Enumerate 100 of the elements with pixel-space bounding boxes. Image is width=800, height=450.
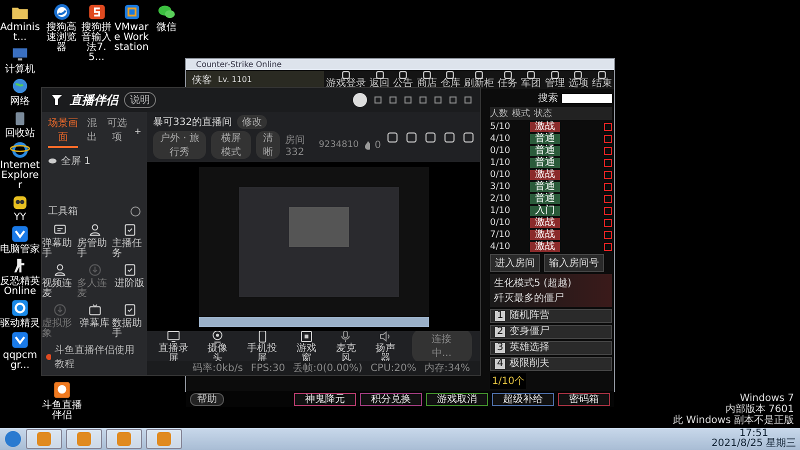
option-button[interactable]: 1 随机阵营	[490, 309, 612, 323]
nav-button[interactable]: 刷新柜	[464, 70, 494, 88]
room-row[interactable]: 1/10 普通	[490, 158, 612, 168]
icon-label[interactable]: 微信	[149, 23, 184, 33]
taskbar-button[interactable]	[106, 429, 142, 449]
icon-label[interactable]: 电脑管家	[0, 245, 40, 255]
icon-label[interactable]: Internet Explorer	[0, 161, 40, 191]
icon-label[interactable]: VMware Workstation	[114, 23, 149, 53]
tool-item[interactable]: 房管助手	[77, 222, 112, 259]
start-button[interactable]	[4, 430, 22, 448]
room-count: 0/10	[490, 170, 512, 180]
clock[interactable]: 17:51 2021/8/25 星期三	[712, 429, 796, 449]
flame-icon	[364, 140, 370, 150]
status-text: 丢帧:0(0.00%)	[293, 362, 362, 375]
taskbar-button[interactable]	[66, 429, 102, 449]
icon-label[interactable]: 驱动精灵	[0, 319, 40, 329]
room-row[interactable]: 0/10 激战	[490, 218, 612, 228]
add-button[interactable]: +	[134, 126, 141, 138]
icon-label[interactable]: 计算机	[0, 65, 40, 75]
taskbar-button[interactable]	[146, 429, 182, 449]
more-icon[interactable]	[130, 206, 141, 216]
nav-button[interactable]: 任务	[498, 70, 518, 88]
download-icon	[86, 262, 102, 278]
nav-button[interactable]: 游戏登录	[326, 70, 366, 88]
avatar-icon[interactable]	[353, 93, 367, 107]
room-button[interactable]: 进入房间	[490, 254, 540, 272]
room-mode: 普通	[530, 194, 560, 204]
room-row[interactable]: 3/10 普通	[490, 182, 612, 192]
icon-label[interactable]: qqpcmgr...	[0, 351, 40, 371]
nav-button[interactable]: 仓库	[440, 70, 460, 88]
taskbar-button[interactable]	[26, 429, 62, 449]
menu-button[interactable]: 游戏取消	[426, 392, 488, 406]
room-row[interactable]: 0/10 普通	[490, 146, 612, 156]
room-button[interactable]: 输入房间号	[544, 254, 604, 272]
nav-button[interactable]: 管理	[544, 70, 565, 88]
room-row[interactable]: 2/10 普通	[490, 194, 612, 204]
option-button[interactable]: 4 极限削夫	[490, 357, 612, 371]
player-name: 侠客	[192, 74, 212, 86]
e-letter-icon[interactable]	[10, 140, 30, 160]
icon-label[interactable]: 搜狗拼音输入法7.5...	[79, 23, 114, 63]
sidebar-tab[interactable]: 场景画面	[48, 116, 78, 148]
s-badge-icon[interactable]	[86, 2, 106, 22]
user-id: 9234810	[318, 140, 359, 150]
edit-button[interactable]: 修改	[237, 115, 268, 129]
search-field[interactable]	[562, 94, 612, 102]
tool-item[interactable]: 进阶版	[112, 262, 147, 299]
sidebar-tab[interactable]: 混出	[84, 116, 100, 148]
menu-button[interactable]: 密码箱	[558, 392, 610, 406]
nav-button[interactable]: 商店	[416, 70, 437, 88]
icon-label[interactable]: YY	[0, 213, 40, 223]
room-row[interactable]: 5/10 激战	[490, 122, 612, 132]
browser-icon[interactable]	[52, 2, 72, 22]
shield-icon[interactable]	[10, 330, 30, 350]
room-count: 1/10	[490, 206, 512, 216]
menu-button[interactable]: 积分兑换	[360, 392, 422, 406]
icon-label[interactable]: 网络	[0, 97, 40, 107]
tool-item[interactable]: 主播任务	[112, 222, 147, 259]
nav-button[interactable]: 结束	[592, 70, 612, 88]
nav-button[interactable]: 返回	[370, 70, 390, 88]
orientation-dropdown[interactable]: 横屏模式	[211, 131, 251, 159]
icon-label[interactable]: 斗鱼直播伴侣	[42, 401, 82, 421]
status-text: 内存:34%	[424, 362, 470, 375]
globe-icon[interactable]	[10, 76, 30, 96]
tool-item[interactable]: 数据助手	[112, 302, 147, 339]
room-row[interactable]: 4/10 普通	[490, 134, 612, 144]
room-row[interactable]: 4/10 激战	[490, 242, 612, 252]
search-label: 搜索	[538, 92, 558, 105]
nav-button[interactable]: 公告	[393, 70, 414, 88]
icon-label[interactable]: 反恐精英 Online	[0, 277, 40, 297]
icon-label[interactable]: Administ...	[0, 23, 40, 43]
app-icon	[157, 432, 171, 446]
icon-label[interactable]: 搜狗高速浏览器	[44, 23, 79, 53]
menu-button[interactable]: 神鬼降元	[294, 392, 356, 406]
square-icon	[550, 70, 559, 78]
scene-item[interactable]: 全屏 1	[42, 150, 147, 172]
room-row[interactable]: 1/10 入门	[490, 206, 612, 216]
tool-item[interactable]: 视频连麦	[42, 262, 77, 299]
square-icon	[504, 70, 512, 78]
option-button[interactable]: 2 变身僵尸	[490, 325, 612, 339]
category-selector[interactable]: 户外 · 旅行秀	[153, 131, 206, 159]
eye-icon[interactable]	[48, 158, 57, 164]
column-header: 人数	[490, 108, 508, 120]
help-button[interactable]: 帮助	[190, 392, 224, 406]
room-row[interactable]: 7/10 激战	[490, 230, 612, 240]
help-link[interactable]: 说明	[124, 92, 156, 108]
icon-label[interactable]: 回收站	[0, 129, 40, 139]
menu-button[interactable]: 超级补给	[492, 392, 554, 406]
tool-item[interactable]: 弹幕助手	[42, 222, 77, 259]
nav-button[interactable]: 选项	[568, 70, 588, 88]
sidebar-tab[interactable]: 可选项	[106, 116, 129, 148]
room-row[interactable]: 0/10 激战	[490, 170, 612, 180]
tool-item[interactable]: 弹幕库	[77, 302, 112, 339]
gear-icon[interactable]	[10, 298, 30, 318]
shield-icon[interactable]	[10, 224, 30, 244]
room-mode: 普通	[530, 182, 560, 192]
option-button[interactable]: 3 英雄选择	[490, 341, 612, 355]
nav-button[interactable]: 军团	[521, 70, 542, 88]
tutorial-link[interactable]: 斗鱼直播伴侣使用教程	[54, 343, 143, 371]
fish-mascot-icon[interactable]	[52, 380, 72, 400]
quality-button[interactable]: 清晰	[256, 131, 280, 159]
